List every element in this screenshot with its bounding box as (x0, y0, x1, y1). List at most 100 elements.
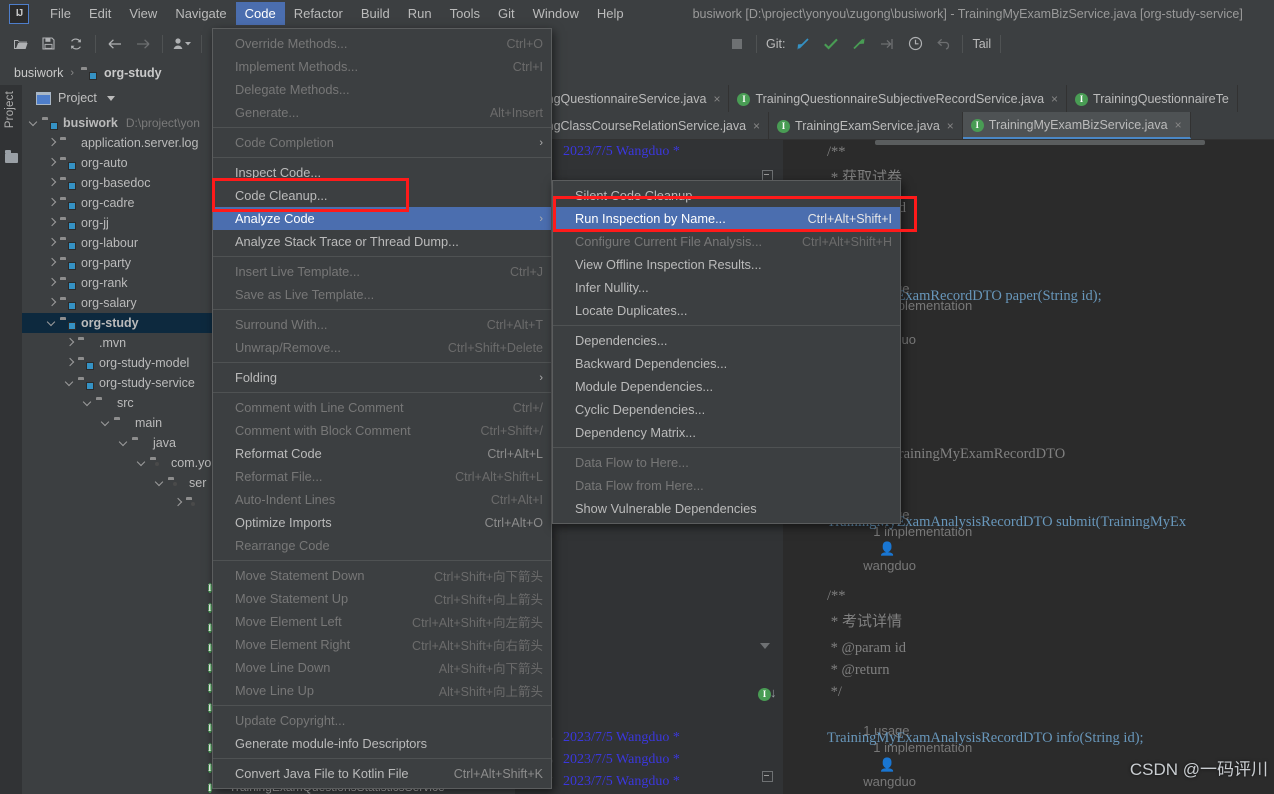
menu-item-analyze-code[interactable]: Analyze Code › (213, 207, 551, 230)
menu-item-code-cleanup[interactable]: Code Cleanup... (213, 184, 551, 207)
menubar-item-run[interactable]: Run (399, 2, 441, 25)
chevron-down-icon[interactable] (136, 457, 148, 469)
editor-tab[interactable]: I TrainingMyExamBizService.java × (962, 112, 1191, 139)
git-commit-icon[interactable] (820, 33, 842, 55)
git-shelve-icon[interactable] (876, 33, 898, 55)
code-menu-popup[interactable]: Override Methods... Ctrl+O Implement Metho… (212, 28, 552, 789)
chevron-down-icon[interactable] (82, 397, 94, 409)
chevron-right-icon[interactable] (46, 197, 58, 209)
code-hint-line[interactable]: 1 usage 1 implementation 👤 wangduo (827, 706, 972, 794)
analyze-code-submenu-popup[interactable]: Silent Code Cleanup Run Inspection by Nam… (552, 180, 901, 524)
menu-item-reformat-code[interactable]: Reformat Code Ctrl+Alt+L (213, 442, 551, 465)
close-icon[interactable]: × (713, 92, 720, 106)
vcs-annotation-line[interactable]: 2023/7/5 Wangduo * (563, 752, 680, 768)
vcs-annotation-line[interactable]: 2023/7/5 Wangduo * (563, 730, 680, 746)
menubar-item-navigate[interactable]: Navigate (166, 2, 235, 25)
editor-tab[interactable]: I TrainingExamService.java × (769, 112, 963, 139)
menu-item-optimize-imports[interactable]: Optimize Imports Ctrl+Alt+O (213, 511, 551, 534)
close-icon[interactable]: × (947, 119, 954, 133)
menubar-item-edit[interactable]: Edit (80, 2, 120, 25)
menubar-item-view[interactable]: View (120, 2, 166, 25)
tail-button[interactable]: Tail (968, 37, 995, 51)
open-folder-icon[interactable] (9, 33, 31, 55)
menu-item-show-vulnerable-dependencies[interactable]: Show Vulnerable Dependencies (553, 497, 900, 520)
menubar-item-tools[interactable]: Tools (441, 2, 489, 25)
chevron-right-icon[interactable] (64, 337, 76, 349)
chevron-right-icon[interactable] (46, 237, 58, 249)
menu-item-run-inspection-by-name[interactable]: Run Inspection by Name... Ctrl+Alt+Shift+… (553, 207, 900, 230)
menu-item-backward-dependencies[interactable]: Backward Dependencies... (553, 352, 900, 375)
menu-item-folding[interactable]: Folding › (213, 366, 551, 389)
chevron-down-icon[interactable] (106, 95, 115, 101)
chevron-right-icon[interactable] (46, 257, 58, 269)
menu-item-locate-duplicates[interactable]: Locate Duplicates... (553, 299, 900, 322)
menu-item-inspect-code[interactable]: Inspect Code... (213, 161, 551, 184)
author-hint[interactable]: wangduo (863, 558, 916, 573)
editor-tab[interactable]: I TrainingQuestionnaireTe (1067, 85, 1238, 112)
menu-separator (213, 705, 551, 706)
menu-item-module-dependencies[interactable]: Module Dependencies... (553, 375, 900, 398)
user-dropdown-icon[interactable] (171, 33, 193, 55)
chevron-down-icon[interactable] (64, 377, 76, 389)
menubar-item-window[interactable]: Window (524, 2, 588, 25)
menu-item-silent-code-cleanup[interactable]: Silent Code Cleanup (553, 184, 900, 207)
horizontal-scrollbar[interactable] (875, 140, 1205, 145)
chevron-right-icon[interactable] (46, 277, 58, 289)
git-push-icon[interactable] (848, 33, 870, 55)
stripe-project-label[interactable]: Project (4, 91, 16, 128)
chevron-down-icon[interactable] (46, 317, 58, 329)
menu-item-analyze-stack-trace-or-thread-dump[interactable]: Analyze Stack Trace or Thread Dump... (213, 230, 551, 253)
menubar-item-code[interactable]: Code (235, 2, 285, 25)
menu-item-convert-java-file-to-kotlin-file[interactable]: Convert Java File to Kotlin File Ctrl+Alt… (213, 762, 551, 785)
menubar-item-file[interactable]: File (41, 2, 80, 25)
menubar-item-help[interactable]: Help (588, 2, 633, 25)
chevron-right-icon[interactable] (46, 137, 58, 149)
chevron-right-icon[interactable] (172, 497, 184, 509)
close-icon[interactable]: × (1175, 118, 1182, 132)
menu-item-dependency-matrix[interactable]: Dependency Matrix... (553, 421, 900, 444)
editor-tab[interactable]: rainingClassCourseRelationService.java × (515, 112, 770, 139)
fold-end-icon[interactable] (760, 643, 770, 649)
stop-icon[interactable] (726, 33, 748, 55)
breadcrumb-project[interactable]: busiwork (12, 66, 65, 80)
menu-item-view-offline-inspection-results[interactable]: View Offline Inspection Results... (553, 253, 900, 276)
git-rollback-icon[interactable] (932, 33, 954, 55)
close-icon[interactable]: × (1051, 92, 1058, 106)
chevron-right-icon[interactable] (46, 297, 58, 309)
project-folder-icon[interactable] (5, 150, 18, 163)
menu-item-generate-module-info-descriptors[interactable]: Generate module-info Descriptors (213, 732, 551, 755)
git-history-icon[interactable] (904, 33, 926, 55)
chevron-down-icon[interactable] (118, 437, 130, 449)
chevron-right-icon[interactable] (64, 357, 76, 369)
chevron-down-icon[interactable] (154, 477, 166, 489)
code-line[interactable]: TrainingMyExamAnalysisRecordDTO info(Str… (827, 730, 1144, 747)
menubar-item-build[interactable]: Build (352, 2, 399, 25)
menubar-item-git[interactable]: Git (489, 2, 524, 25)
chevron-down-icon[interactable] (100, 417, 112, 429)
code-line: /** (827, 588, 846, 604)
forward-arrow-icon[interactable] (132, 33, 154, 55)
save-icon[interactable] (37, 33, 59, 55)
vertical-scrollbar[interactable] (1262, 140, 1274, 794)
sync-icon[interactable] (65, 33, 87, 55)
editor-tab-row-1[interactable]: rainingQuestionnaireService.java × I Traini… (515, 85, 1274, 112)
editor-tab-row-2[interactable]: rainingClassCourseRelationService.java × I… (515, 112, 1274, 140)
menu-item-cyclic-dependencies[interactable]: Cyclic Dependencies... (553, 398, 900, 421)
author-hint[interactable]: wangduo (863, 774, 916, 789)
chevron-right-icon[interactable] (46, 157, 58, 169)
back-arrow-icon[interactable] (104, 33, 126, 55)
chevron-right-icon[interactable] (46, 217, 58, 229)
fold-marker-icon[interactable] (762, 771, 773, 782)
menubar-item-refactor[interactable]: Refactor (285, 2, 352, 25)
breadcrumb-module[interactable]: org-study (102, 66, 164, 80)
chevron-down-icon[interactable] (28, 117, 40, 129)
menu-item-infer-nullity[interactable]: Infer Nullity... (553, 276, 900, 299)
git-update-icon[interactable] (792, 33, 814, 55)
vcs-annotation-line[interactable]: 2023/7/5 Wangduo * (563, 774, 680, 790)
editor-tab[interactable]: I TrainingQuestionnaireSubjectiveRecordSe… (729, 85, 1068, 112)
menu-item-dependencies[interactable]: Dependencies... (553, 329, 900, 352)
menu-item-label: Folding (235, 370, 277, 385)
vcs-annotation-line[interactable]: 2023/7/5 Wangduo * (563, 144, 680, 160)
chevron-right-icon[interactable] (46, 177, 58, 189)
close-icon[interactable]: × (753, 119, 760, 133)
